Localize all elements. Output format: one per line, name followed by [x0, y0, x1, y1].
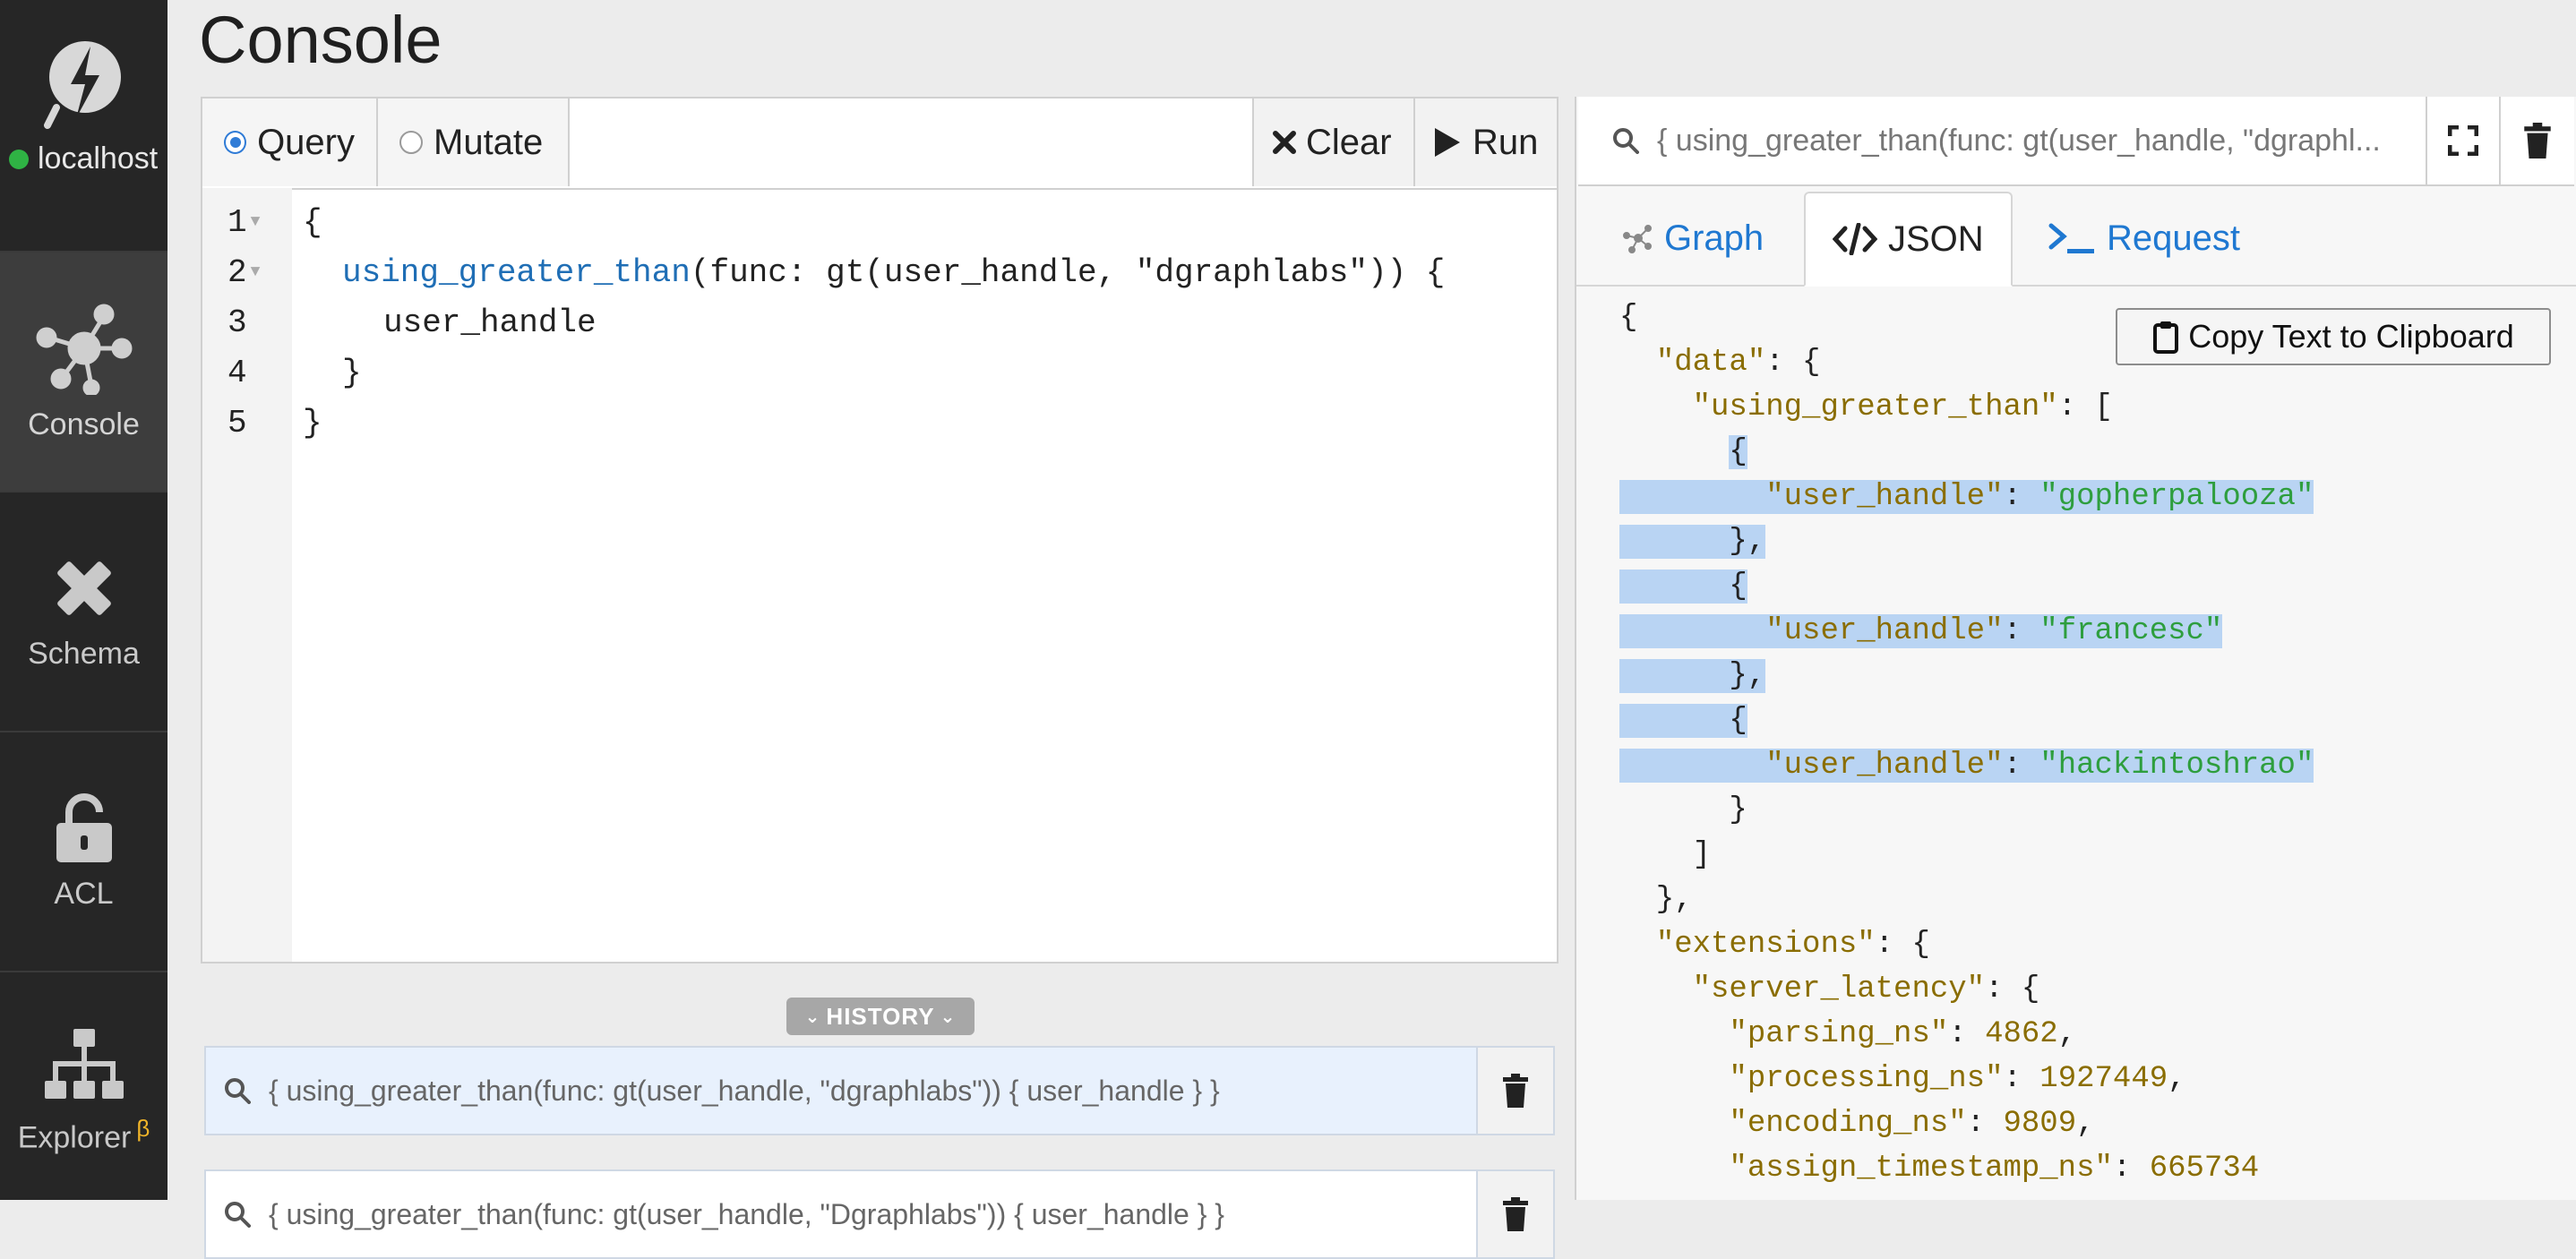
- chevron-down-icon: ⌄: [804, 1006, 821, 1027]
- json-line: },: [1619, 883, 1693, 917]
- trash-icon: [1503, 1197, 1528, 1231]
- code-line[interactable]: {: [303, 204, 322, 241]
- server-host: localhost: [0, 141, 167, 176]
- result-tabs: Graph JSON Request: [1576, 192, 2576, 287]
- fold-arrow-icon: ▼: [250, 213, 261, 232]
- json-line: {: [1619, 301, 1638, 335]
- tab-json[interactable]: JSON: [1804, 192, 2013, 287]
- history-item[interactable]: { using_greater_than(func: gt(user_handl…: [204, 1046, 1555, 1135]
- json-line: "server_latency": {: [1692, 972, 2040, 1006]
- json-line: }: [1619, 793, 1747, 827]
- json-line: "parsing_ns": 4862,: [1729, 1017, 2077, 1051]
- result-query-preview[interactable]: { using_greater_than(func: gt(user_handl…: [1578, 97, 2427, 186]
- connected-status-icon: [9, 149, 29, 169]
- json-line: "using_greater_than": [: [1692, 390, 2113, 424]
- json-line: "user_handle": "hackintoshrao": [1619, 743, 2314, 788]
- trash-icon: [1503, 1074, 1528, 1108]
- json-line: {: [1619, 704, 1747, 738]
- tab-graph[interactable]: Graph: [1596, 192, 1790, 285]
- chevron-down-icon: ⌄: [940, 1006, 957, 1027]
- delete-history-button[interactable]: [1476, 1048, 1553, 1134]
- radio-unselected-icon: [399, 131, 423, 154]
- search-icon: [1613, 128, 1639, 154]
- json-line: "extensions": {: [1655, 928, 1930, 962]
- mode-mutate-radio[interactable]: Mutate: [378, 98, 570, 186]
- run-button[interactable]: Run: [1413, 98, 1557, 186]
- fullscreen-button[interactable]: [2427, 97, 2501, 186]
- history-toggle[interactable]: ⌄ HISTORY ⌄: [786, 998, 975, 1035]
- json-line: ]: [1619, 838, 1712, 872]
- json-line: "assign_timestamp_ns": 665734: [1729, 1152, 2260, 1186]
- json-line: "data": {: [1655, 346, 1821, 380]
- console-icon: [36, 304, 132, 395]
- json-line: "user_handle": "francesc": [1619, 609, 2223, 654]
- query-editor-panel: Query Mutate Clear Run 1 ▼ 2 ▼ 3 4 5 { usi…: [201, 97, 1558, 964]
- json-line: {: [1729, 435, 1747, 469]
- sidebar-item-explorer[interactable]: Explorer β: [0, 971, 167, 1211]
- code-line[interactable]: using_greater_than(func: gt(user_handle,…: [303, 254, 1445, 291]
- page-title: Console: [199, 3, 442, 77]
- schema-icon: [56, 561, 111, 615]
- mode-query-radio[interactable]: Query: [202, 98, 378, 186]
- sidebar-item-acl[interactable]: ACL: [0, 731, 167, 971]
- sidebar-item-console[interactable]: Console: [0, 251, 167, 491]
- close-icon: [1273, 131, 1296, 154]
- code-line[interactable]: }: [303, 405, 322, 441]
- code-icon: [1833, 223, 1877, 255]
- tab-request[interactable]: Request: [2021, 192, 2267, 285]
- line-number: 3: [228, 304, 247, 341]
- search-icon: [225, 1078, 251, 1104]
- trash-icon: [2524, 123, 2551, 158]
- editor-toolbar: Query Mutate Clear Run: [202, 98, 1557, 190]
- explorer-icon: [44, 1029, 124, 1100]
- radio-selected-icon: [224, 131, 247, 154]
- line-number: 4: [228, 355, 247, 391]
- terminal-icon: [2048, 223, 2094, 253]
- dgraph-logo-icon: [43, 41, 121, 129]
- code-line[interactable]: user_handle: [303, 304, 597, 341]
- code-line[interactable]: }: [303, 355, 362, 391]
- clipboard-icon: [2153, 321, 2179, 354]
- line-number: 5: [228, 405, 247, 441]
- graph-icon: [1623, 225, 1652, 253]
- copy-to-clipboard-button[interactable]: Copy Text to Clipboard: [2116, 308, 2551, 365]
- fullscreen-icon: [2448, 125, 2478, 156]
- search-icon: [225, 1202, 251, 1228]
- line-number: 1 ▼: [228, 204, 261, 241]
- fold-arrow-icon: ▼: [250, 263, 261, 282]
- json-line: "user_handle": "gopherpalooza": [1619, 475, 2314, 519]
- line-number-gutter: [202, 188, 292, 962]
- clear-button[interactable]: Clear: [1252, 98, 1413, 186]
- beta-badge: β: [136, 1115, 150, 1143]
- json-line: {: [1619, 570, 1747, 604]
- line-number: 2 ▼: [228, 254, 261, 291]
- json-line: },: [1619, 525, 1766, 559]
- history-item[interactable]: { using_greater_than(func: gt(user_handl…: [204, 1169, 1555, 1259]
- json-line: },: [1619, 659, 1766, 693]
- sidebar-item-schema[interactable]: Schema: [0, 491, 167, 731]
- delete-history-button[interactable]: [1476, 1171, 1553, 1257]
- play-icon: [1435, 128, 1460, 157]
- delete-result-button[interactable]: [2501, 97, 2574, 186]
- server-connection[interactable]: localhost: [0, 0, 167, 251]
- json-line: "processing_ns": 1927449,: [1729, 1062, 2186, 1096]
- sidebar: localhost Console Schema ACL Explorer β: [0, 0, 167, 1200]
- json-line: "encoding_ns": 9809,: [1729, 1107, 2095, 1141]
- lock-icon: [56, 792, 112, 862]
